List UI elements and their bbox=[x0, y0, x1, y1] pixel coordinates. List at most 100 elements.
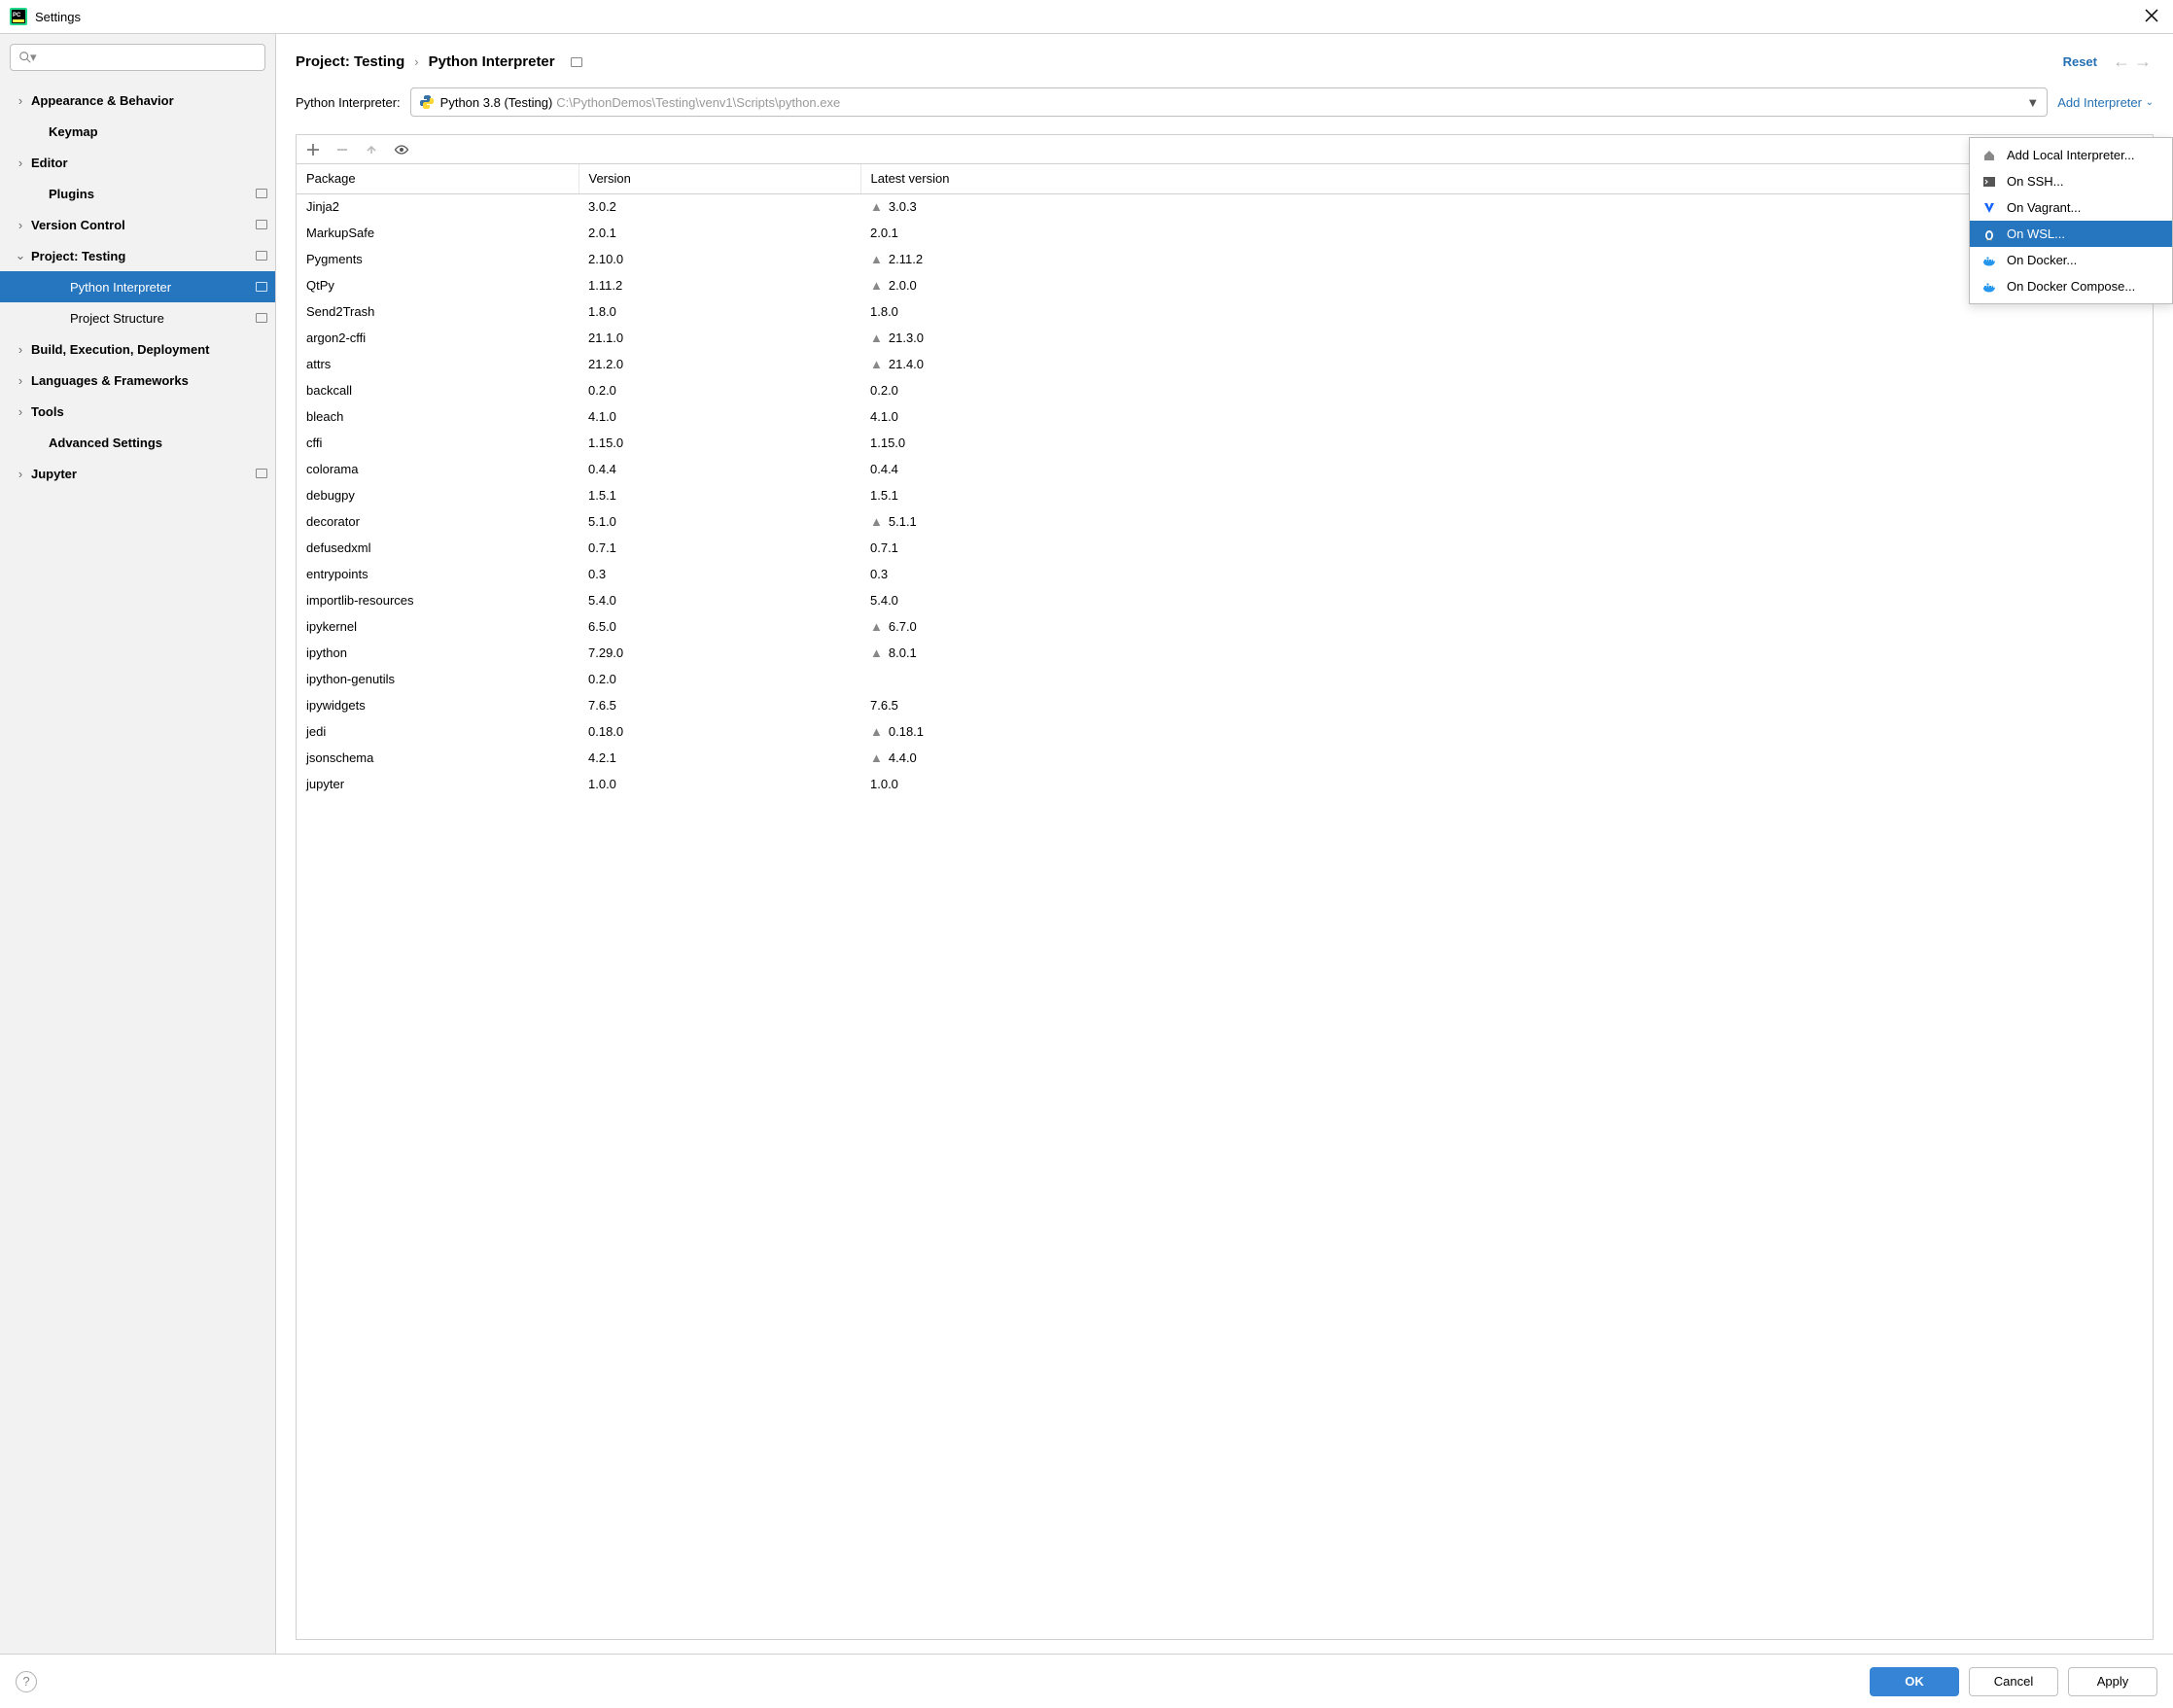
menu-item[interactable]: On WSL... bbox=[1970, 221, 2172, 247]
table-row[interactable]: decorator5.1.0▲5.1.1 bbox=[297, 508, 2153, 535]
sidebar-item[interactable]: Python Interpreter bbox=[0, 271, 275, 302]
table-row[interactable]: QtPy1.11.2▲2.0.0 bbox=[297, 272, 2153, 298]
show-early-releases-button[interactable] bbox=[394, 144, 409, 156]
package-name: ipykernel bbox=[297, 613, 578, 640]
menu-item-label: On Docker... bbox=[2007, 253, 2077, 267]
breadcrumb-row: Project: Testing › Python Interpreter Re… bbox=[276, 34, 2173, 78]
menu-item[interactable]: Add Local Interpreter... bbox=[1970, 142, 2172, 168]
dialog-footer: ? OK Cancel Apply bbox=[0, 1654, 2173, 1708]
cancel-button[interactable]: Cancel bbox=[1969, 1667, 2058, 1696]
sidebar-item[interactable]: Project Structure bbox=[0, 302, 275, 333]
sidebar-item[interactable]: Advanced Settings bbox=[0, 427, 275, 458]
package-name: attrs bbox=[297, 351, 578, 377]
interpreter-row: Python Interpreter: Python 3.8 (Testing)… bbox=[276, 78, 2173, 134]
sidebar-item[interactable]: ⌄ Project: Testing bbox=[0, 240, 275, 271]
table-row[interactable]: backcall0.2.00.2.0 bbox=[297, 377, 2153, 403]
package-name: bleach bbox=[297, 403, 578, 430]
package-name: jedi bbox=[297, 718, 578, 745]
sidebar-item[interactable]: ›Editor bbox=[0, 147, 275, 178]
sidebar-item[interactable]: Plugins bbox=[0, 178, 275, 209]
table-row[interactable]: cffi1.15.01.15.0 bbox=[297, 430, 2153, 456]
table-row[interactable]: entrypoints0.30.3 bbox=[297, 561, 2153, 587]
settings-tree: ›Appearance & BehaviorKeymap›EditorPlugi… bbox=[0, 81, 275, 1654]
remove-package-button[interactable] bbox=[335, 143, 349, 157]
upgrade-package-button[interactable] bbox=[365, 143, 378, 157]
menu-item[interactable]: On Docker... bbox=[1970, 247, 2172, 273]
add-interpreter-button[interactable]: Add Interpreter ⌄ bbox=[2057, 95, 2154, 110]
pycharm-icon: PC bbox=[10, 8, 27, 25]
package-latest: 4.1.0 bbox=[860, 403, 2153, 430]
project-badge-icon bbox=[256, 469, 267, 478]
table-row[interactable]: ipython7.29.0▲8.0.1 bbox=[297, 640, 2153, 666]
sidebar-item[interactable]: ›Languages & Frameworks bbox=[0, 365, 275, 396]
package-version: 1.5.1 bbox=[578, 482, 860, 508]
table-row[interactable]: Send2Trash1.8.01.8.0 bbox=[297, 298, 2153, 325]
add-package-button[interactable] bbox=[306, 143, 320, 157]
column-header-latest[interactable]: Latest version bbox=[860, 164, 2153, 193]
table-row[interactable]: Jinja23.0.2▲3.0.3 bbox=[297, 193, 2153, 220]
sidebar-item[interactable]: ›Build, Execution, Deployment bbox=[0, 333, 275, 365]
interpreter-select[interactable]: Python 3.8 (Testing)C:\PythonDemos\Testi… bbox=[410, 87, 2049, 117]
table-row[interactable]: jedi0.18.0▲0.18.1 bbox=[297, 718, 2153, 745]
table-row[interactable]: ipython-genutils0.2.0 bbox=[297, 666, 2153, 692]
project-badge-icon bbox=[256, 220, 267, 229]
nav-back-button[interactable]: ← bbox=[2111, 52, 2132, 72]
table-row[interactable]: MarkupSafe2.0.12.0.1 bbox=[297, 220, 2153, 246]
table-row[interactable]: defusedxml0.7.10.7.1 bbox=[297, 535, 2153, 561]
package-name: MarkupSafe bbox=[297, 220, 578, 246]
column-header-package[interactable]: Package bbox=[297, 164, 578, 193]
package-version: 3.0.2 bbox=[578, 193, 860, 220]
table-row[interactable]: colorama0.4.40.4.4 bbox=[297, 456, 2153, 482]
column-header-version[interactable]: Version bbox=[578, 164, 860, 193]
table-row[interactable]: ipykernel6.5.0▲6.7.0 bbox=[297, 613, 2153, 640]
table-row[interactable]: jsonschema4.2.1▲4.4.0 bbox=[297, 745, 2153, 771]
sidebar-item-label: Editor bbox=[31, 156, 267, 170]
sidebar-item[interactable]: › Version Control bbox=[0, 209, 275, 240]
table-row[interactable]: argon2-cffi21.1.0▲21.3.0 bbox=[297, 325, 2153, 351]
sidebar-item-label: Keymap bbox=[49, 124, 267, 139]
project-badge-icon bbox=[256, 251, 267, 261]
package-name: Jinja2 bbox=[297, 193, 578, 220]
package-latest: 0.7.1 bbox=[860, 535, 2153, 561]
menu-item[interactable]: On Docker Compose... bbox=[1970, 273, 2172, 299]
package-version: 1.15.0 bbox=[578, 430, 860, 456]
table-row[interactable]: ipywidgets7.6.57.6.5 bbox=[297, 692, 2153, 718]
package-latest: 1.8.0 bbox=[860, 298, 2153, 325]
chevron-down-icon: ⌄ bbox=[14, 248, 27, 263]
chevron-right-icon: › bbox=[14, 467, 27, 481]
package-name: Send2Trash bbox=[297, 298, 578, 325]
menu-item[interactable]: On Vagrant... bbox=[1970, 194, 2172, 221]
svg-text:PC: PC bbox=[13, 13, 21, 18]
help-button[interactable]: ? bbox=[16, 1671, 37, 1692]
ok-button[interactable]: OK bbox=[1870, 1667, 1959, 1696]
sidebar-item-label: Version Control bbox=[31, 218, 252, 232]
sidebar-item[interactable]: Keymap bbox=[0, 116, 275, 147]
window-title: Settings bbox=[35, 10, 2140, 24]
chevron-right-icon: › bbox=[414, 54, 418, 69]
settings-search[interactable]: ▾ bbox=[10, 44, 265, 71]
search-input[interactable] bbox=[37, 51, 257, 65]
table-row[interactable]: debugpy1.5.11.5.1 bbox=[297, 482, 2153, 508]
sidebar-item[interactable]: ›Jupyter bbox=[0, 458, 275, 489]
table-row[interactable]: jupyter1.0.01.0.0 bbox=[297, 771, 2153, 797]
apply-button[interactable]: Apply bbox=[2068, 1667, 2157, 1696]
package-latest: ▲3.0.3 bbox=[860, 193, 2153, 220]
menu-item-label: Add Local Interpreter... bbox=[2007, 148, 2135, 162]
table-row[interactable]: Pygments2.10.0▲2.11.2 bbox=[297, 246, 2153, 272]
table-row[interactable]: attrs21.2.0▲21.4.0 bbox=[297, 351, 2153, 377]
chevron-right-icon: › bbox=[14, 218, 27, 232]
upgrade-available-icon: ▲ bbox=[870, 514, 883, 529]
package-name: cffi bbox=[297, 430, 578, 456]
package-table: Package Version Latest version Jinja23.0… bbox=[297, 164, 2153, 797]
package-latest: 5.4.0 bbox=[860, 587, 2153, 613]
package-version: 0.2.0 bbox=[578, 666, 860, 692]
table-row[interactable]: bleach4.1.04.1.0 bbox=[297, 403, 2153, 430]
nav-forward-button[interactable]: → bbox=[2132, 52, 2154, 72]
sidebar-item[interactable]: ›Appearance & Behavior bbox=[0, 85, 275, 116]
reset-button[interactable]: Reset bbox=[2063, 54, 2097, 69]
close-button[interactable] bbox=[2140, 9, 2163, 25]
sidebar-item-label: Project: Testing bbox=[31, 249, 252, 263]
menu-item[interactable]: On SSH... bbox=[1970, 168, 2172, 194]
table-row[interactable]: importlib-resources5.4.05.4.0 bbox=[297, 587, 2153, 613]
sidebar-item[interactable]: ›Tools bbox=[0, 396, 275, 427]
